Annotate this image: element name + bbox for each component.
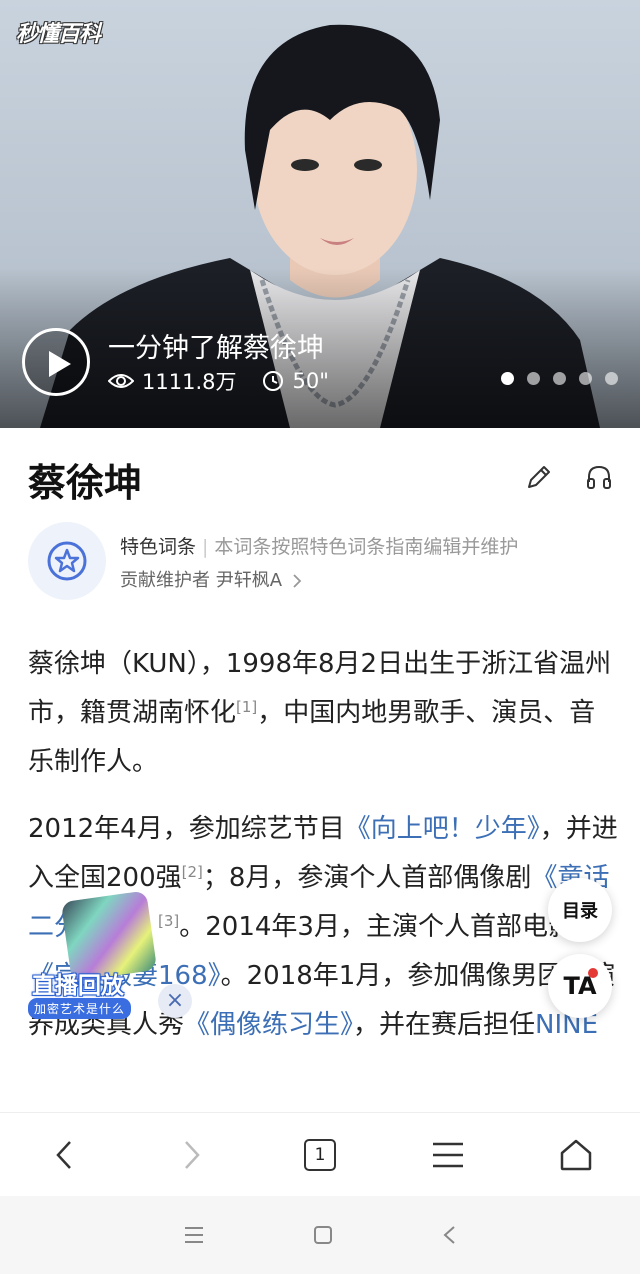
link-xiangshangba[interactable]: 《向上吧！少年》 <box>345 814 540 844</box>
featured-entry-block[interactable]: 特色词条 | 本词条按照特色词条指南编辑并维护 贡献维护者 尹轩枫A <box>28 522 628 602</box>
maintainer-link[interactable]: 贡献维护者 尹轩枫A <box>120 566 302 592</box>
chevron-right-icon <box>293 574 302 588</box>
notification-dot <box>588 968 598 978</box>
carousel-dot[interactable] <box>501 372 514 385</box>
text: ，并在赛后担任 <box>353 1010 536 1040</box>
carousel-indicator <box>488 372 618 385</box>
text: 2012年4月，参加综艺节目 <box>28 814 345 844</box>
carousel-dot[interactable] <box>605 372 618 385</box>
headphones-icon[interactable] <box>584 462 614 492</box>
play-icon <box>49 351 71 377</box>
video-meta: 1111.8万 50" <box>108 366 355 396</box>
pencil-icon[interactable] <box>524 462 554 492</box>
carousel-dot[interactable] <box>553 372 566 385</box>
live-replay-subtitle: 加密艺术是什么 <box>28 998 132 1019</box>
toc-button[interactable]: 目录 <box>548 878 612 942</box>
view-count: 1111.8万 <box>142 370 237 394</box>
reference-mark[interactable]: [1] <box>236 698 257 716</box>
tabs-button[interactable]: 1 <box>288 1123 352 1187</box>
recent-apps-icon[interactable] <box>184 1226 204 1244</box>
carousel-dot[interactable] <box>527 372 540 385</box>
text: ；8月，参演个人首部偶像剧 <box>202 863 532 893</box>
paragraph: 蔡徐坤（KUN），1998年8月2日出生于浙江省温州市，籍贯湖南怀化[1]，中国… <box>28 640 618 787</box>
home-icon <box>560 1139 592 1170</box>
clock-icon <box>263 371 284 391</box>
video-duration: 50" <box>292 369 329 393</box>
separator: | <box>202 536 209 558</box>
back-button[interactable] <box>32 1123 96 1187</box>
link-ouxianglianxisheng[interactable]: 《偶像练习生》 <box>184 1010 353 1040</box>
carousel-dot[interactable] <box>579 372 592 385</box>
chevron-left-icon <box>56 1140 71 1169</box>
chevron-right-icon <box>185 1140 200 1169</box>
home-button[interactable] <box>544 1123 608 1187</box>
eye-icon <box>108 374 134 388</box>
maintainer-label: 贡献维护者 <box>120 570 210 591</box>
ta-button[interactable]: TA <box>548 954 612 1018</box>
forward-button[interactable] <box>160 1123 224 1187</box>
menu-button[interactable] <box>416 1123 480 1187</box>
back-triangle-icon[interactable] <box>442 1225 456 1245</box>
live-replay-widget[interactable]: 直播回放 加密艺术是什么 × <box>26 890 192 1020</box>
live-replay-title: 直播回放 <box>32 973 124 999</box>
maintainer-name: 尹轩枫A <box>215 570 283 591</box>
star-badge-icon <box>47 541 87 581</box>
home-square-icon[interactable] <box>313 1225 333 1245</box>
featured-tag: 特色词条 <box>120 536 197 558</box>
miaodong-baike-logo: 秒懂百科 <box>16 22 101 47</box>
title-actions <box>494 462 614 492</box>
featured-badge <box>28 522 106 600</box>
close-icon[interactable]: × <box>158 984 192 1018</box>
play-button[interactable] <box>22 328 90 396</box>
video-hero[interactable]: 秒懂百科 一分钟了解蔡徐坤 1111.8万 50" <box>0 0 640 428</box>
featured-description: 本词条按照特色词条指南编辑并维护 <box>214 536 519 558</box>
video-title: 一分钟了解蔡徐坤 <box>108 333 324 364</box>
entry-title: 蔡徐坤 <box>28 461 143 505</box>
browser-toolbar: 1 <box>0 1112 640 1196</box>
tab-count: 1 <box>304 1138 336 1171</box>
menu-icon <box>433 1142 463 1167</box>
text: 。2014年3月，主演个人首部电影 <box>179 912 574 942</box>
system-navigation-bar <box>0 1196 640 1274</box>
reference-mark[interactable]: [2] <box>182 863 203 881</box>
